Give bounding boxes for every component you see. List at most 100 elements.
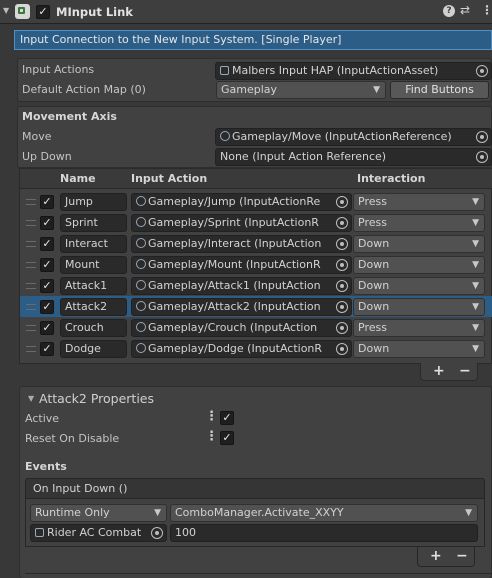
find-buttons-button[interactable]: Find Buttons <box>390 81 489 99</box>
row-interaction-dropdown[interactable]: Down ▼ <box>353 235 485 253</box>
drag-handle-icon[interactable] <box>26 283 36 289</box>
presets-icon[interactable]: ⇄ <box>460 3 470 17</box>
reset-kebab-icon[interactable]: ⋮ <box>205 429 218 444</box>
properties-foldout-icon[interactable]: ▼ <box>28 394 34 403</box>
action-map-dropdown[interactable]: Gameplay ▼ <box>216 81 386 99</box>
header-input-action: Input Action <box>131 172 208 185</box>
active-kebab-icon[interactable]: ⋮ <box>205 409 218 424</box>
drag-handle-icon[interactable] <box>26 199 36 205</box>
input-reference-icon <box>136 196 146 206</box>
component-enabled-toggle[interactable]: ✓ <box>36 5 50 19</box>
object-picker-icon[interactable] <box>336 280 348 292</box>
drag-handle-icon[interactable] <box>26 262 36 268</box>
add-row-button[interactable]: + <box>433 363 445 379</box>
row-input-action-field[interactable]: Gameplay/Dodge (InputActionR <box>131 340 352 358</box>
drag-handle-icon[interactable] <box>26 346 36 352</box>
move-field[interactable]: Gameplay/Move (InputActionReference) <box>215 128 492 146</box>
row-enabled-checkbox[interactable]: ✓ <box>40 321 54 335</box>
drag-handle-icon[interactable] <box>26 325 36 331</box>
input-asset-icon <box>220 66 229 75</box>
table-row[interactable]: ✓ Attack1 Gameplay/Attack1 (InputAction … <box>20 275 492 296</box>
move-label: Move <box>22 130 52 143</box>
row-interaction-dropdown[interactable]: Press ▼ <box>353 193 485 211</box>
input-reference-icon <box>136 322 146 332</box>
row-input-action-field[interactable]: Gameplay/Attack1 (InputAction <box>131 277 352 295</box>
context-menu-icon[interactable]: ⋮ <box>481 3 492 17</box>
drag-handle-icon[interactable] <box>26 220 36 226</box>
event-object-field[interactable]: Rider AC Combat <box>30 524 167 542</box>
row-interaction-dropdown[interactable]: Down ▼ <box>353 277 485 295</box>
row-name-field[interactable]: Attack2 <box>60 298 127 316</box>
event-footer: + − <box>417 547 475 567</box>
active-checkbox[interactable]: ✓ <box>220 411 234 425</box>
input-actions-field[interactable]: Malbers Input HAP (InputActionAsset) <box>215 62 492 80</box>
row-enabled-checkbox[interactable]: ✓ <box>40 216 54 230</box>
row-input-action-field[interactable]: Gameplay/Attack2 (InputAction <box>131 298 352 316</box>
object-picker-icon[interactable] <box>151 527 163 539</box>
object-picker-icon[interactable] <box>336 217 348 229</box>
row-input-action-field[interactable]: Gameplay/Sprint (InputActionR <box>131 214 352 232</box>
row-input-action-field[interactable]: Gameplay/Crouch (InputAction <box>131 319 352 337</box>
row-enabled-checkbox[interactable]: ✓ <box>40 300 54 314</box>
row-name-field[interactable]: Interact <box>60 235 127 253</box>
row-name-field[interactable]: Crouch <box>60 319 127 337</box>
object-picker-icon[interactable] <box>476 131 488 143</box>
row-input-action-field[interactable]: Gameplay/Interact (InputAction <box>131 235 352 253</box>
chevron-down-icon: ▼ <box>373 85 380 95</box>
row-interaction-dropdown[interactable]: Down ▼ <box>353 298 485 316</box>
row-enabled-checkbox[interactable]: ✓ <box>40 279 54 293</box>
reset-on-disable-checkbox[interactable]: ✓ <box>220 431 234 445</box>
row-name-field[interactable]: Dodge <box>60 340 127 358</box>
row-enabled-checkbox[interactable]: ✓ <box>40 342 54 356</box>
row-interaction-dropdown[interactable]: Down ▼ <box>353 256 485 274</box>
table-row[interactable]: ✓ Mount Gameplay/Mount (InputActionR Dow… <box>20 254 492 275</box>
object-picker-icon[interactable] <box>336 196 348 208</box>
object-picker-icon[interactable] <box>476 65 488 77</box>
row-input-action-field[interactable]: Gameplay/Mount (InputActionR <box>131 256 352 274</box>
table-row[interactable]: ✓ Crouch Gameplay/Crouch (InputAction Pr… <box>20 317 492 338</box>
drag-handle-icon[interactable] <box>26 304 36 310</box>
bottom-divider <box>25 573 492 574</box>
info-text: Input Connection to the New Input System… <box>20 33 342 46</box>
table-row[interactable]: ✓ Dodge Gameplay/Dodge (InputActionR Dow… <box>20 338 492 359</box>
help-icon[interactable]: ? <box>443 5 455 17</box>
events-title: Events <box>25 460 67 473</box>
chevron-down-icon: ▼ <box>465 508 472 518</box>
add-listener-button[interactable]: + <box>430 548 442 564</box>
event-argument-field[interactable]: 100 <box>170 524 478 542</box>
row-enabled-checkbox[interactable]: ✓ <box>40 237 54 251</box>
chevron-down-icon: ▼ <box>472 302 479 312</box>
input-reference-icon <box>220 131 230 141</box>
row-name-field[interactable]: Attack1 <box>60 277 127 295</box>
row-name-field[interactable]: Jump <box>60 193 127 211</box>
table-row[interactable]: ✓ Interact Gameplay/Interact (InputActio… <box>20 233 492 254</box>
chevron-down-icon: ▼ <box>154 508 161 518</box>
row-interaction-dropdown[interactable]: Press ▼ <box>353 214 485 232</box>
properties-title: Attack2 Properties <box>39 391 155 406</box>
row-name-field[interactable]: Sprint <box>60 214 127 232</box>
row-name-field[interactable]: Mount <box>60 256 127 274</box>
table-row[interactable]: ✓ Sprint Gameplay/Sprint (InputActionR P… <box>20 212 492 233</box>
object-picker-icon[interactable] <box>336 322 348 334</box>
updown-field[interactable]: None (Input Action Reference) <box>215 148 492 166</box>
table-row[interactable]: ✓ Jump Gameplay/Jump (InputActionRe Pres… <box>20 191 492 212</box>
row-interaction-dropdown[interactable]: Press ▼ <box>353 319 485 337</box>
row-enabled-checkbox[interactable]: ✓ <box>40 195 54 209</box>
chevron-down-icon: ▼ <box>472 281 479 291</box>
runtime-dropdown[interactable]: Runtime Only ▼ <box>30 504 167 522</box>
row-enabled-checkbox[interactable]: ✓ <box>40 258 54 272</box>
remove-listener-button[interactable]: − <box>456 548 468 564</box>
foldout-arrow-icon[interactable]: ▼ <box>3 6 9 15</box>
row-input-action-field[interactable]: Gameplay/Jump (InputActionRe <box>131 193 352 211</box>
object-picker-icon[interactable] <box>336 301 348 313</box>
table-row[interactable]: ✓ Attack2 Gameplay/Attack2 (InputAction … <box>20 296 492 317</box>
remove-row-button[interactable]: − <box>459 363 471 379</box>
input-reference-icon <box>136 343 146 353</box>
drag-handle-icon[interactable] <box>26 241 36 247</box>
function-dropdown[interactable]: ComboManager.Activate_XXYY ▼ <box>170 504 478 522</box>
row-interaction-dropdown[interactable]: Down ▼ <box>353 340 485 358</box>
object-picker-icon[interactable] <box>476 151 488 163</box>
object-picker-icon[interactable] <box>336 343 348 355</box>
object-picker-icon[interactable] <box>336 238 348 250</box>
object-picker-icon[interactable] <box>336 259 348 271</box>
